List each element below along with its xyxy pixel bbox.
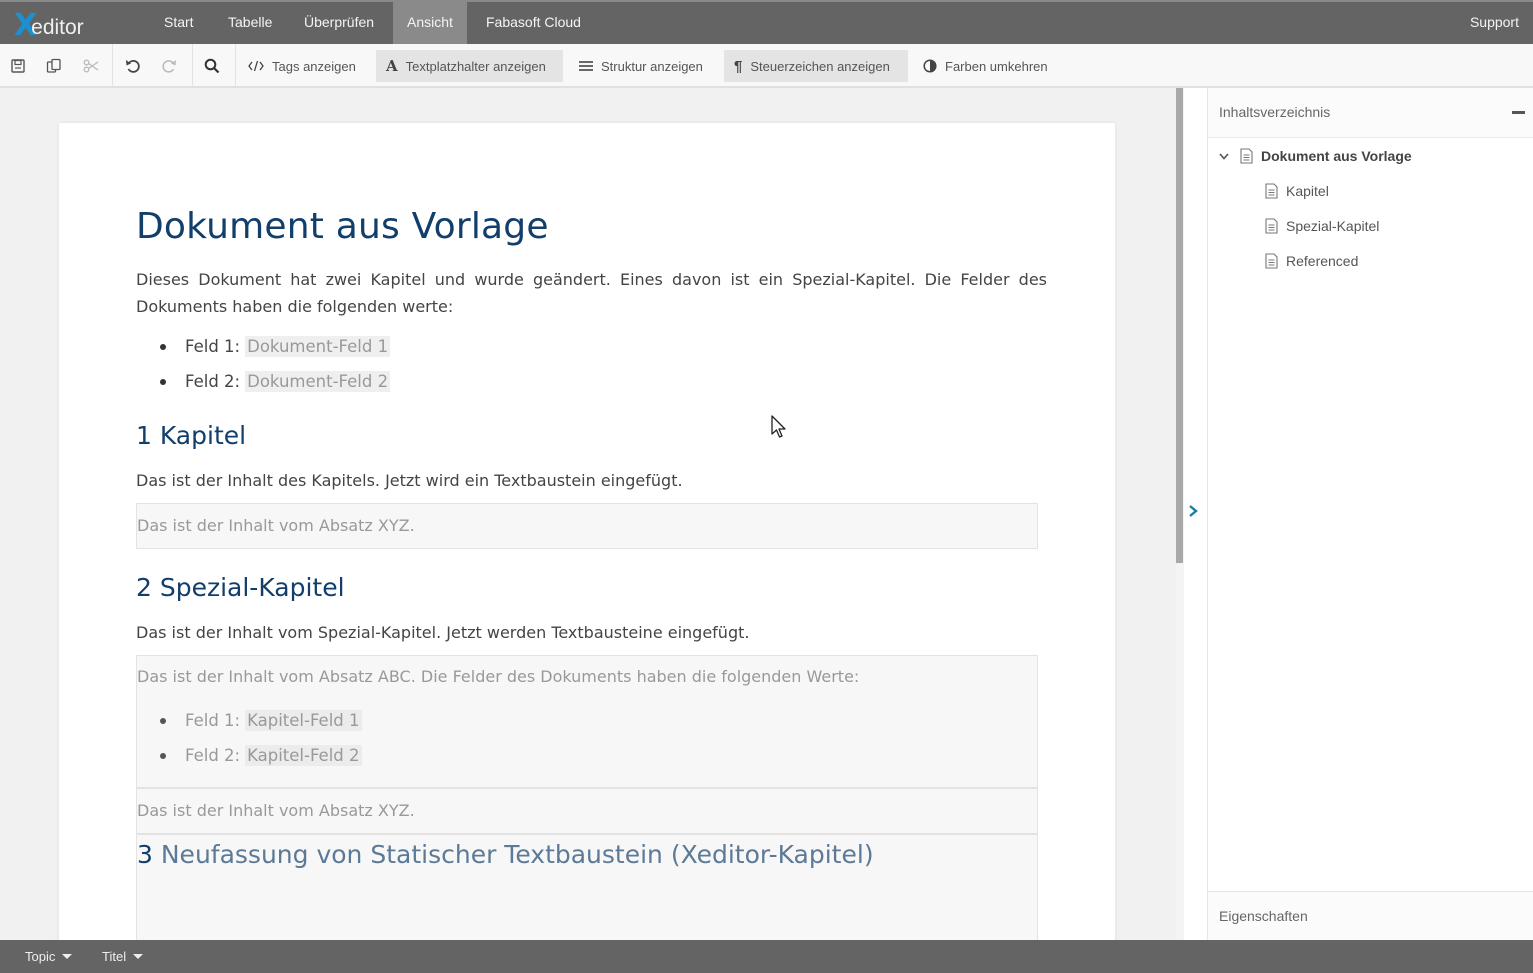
intro-paragraph[interactable]: Dieses Dokument hat zwei Kapitel und wur…: [136, 266, 1047, 320]
field-placeholder[interactable]: Kapitel-Feld 1: [245, 710, 362, 731]
toolbar: Tags anzeigen A Textplatzhalter anzeigen…: [0, 44, 1533, 88]
text-block-xyz[interactable]: Das ist der Inhalt vom Absatz XYZ.: [136, 503, 1038, 549]
textplatzhalter-anzeigen-button[interactable]: A Textplatzhalter anzeigen: [376, 50, 563, 82]
document-icon: [1240, 148, 1253, 164]
collapse-minus-icon[interactable]: [1512, 111, 1525, 114]
text-block-abc-content: Das ist der Inhalt vom Absatz ABC. Die F…: [137, 667, 860, 686]
toc-item-referenced[interactable]: Referenced: [1265, 253, 1358, 269]
menu-tabelle[interactable]: Tabelle: [216, 2, 284, 44]
field-label: Feld 2:: [185, 372, 241, 391]
structure-list-icon: [579, 60, 593, 72]
document-icon: [1265, 183, 1278, 199]
document-page[interactable]: Dokument aus Vorlage Dieses Dokument hat…: [59, 123, 1115, 940]
topic-dropdown[interactable]: Topic: [25, 949, 73, 964]
toc-item-label: Kapitel: [1286, 183, 1329, 199]
menu-fabasoft-cloud[interactable]: Fabasoft Cloud: [474, 2, 593, 44]
toc-header: Inhaltsverzeichnis: [1208, 88, 1533, 138]
document-field-2[interactable]: Feld 2: Dokument-Feld 2: [160, 371, 391, 392]
textplatzhalter-anzeigen-label: Textplatzhalter anzeigen: [405, 58, 546, 74]
cut-icon[interactable]: [80, 55, 102, 77]
field-placeholder[interactable]: Kapitel-Feld 2: [245, 745, 362, 766]
mouse-cursor-icon: [771, 415, 787, 444]
chevron-down-icon[interactable]: [1219, 152, 1229, 160]
toc-item-label: Referenced: [1286, 253, 1359, 269]
pilcrow-icon: ¶: [734, 57, 743, 75]
field-placeholder[interactable]: Dokument-Feld 1: [245, 336, 391, 357]
undo-icon[interactable]: [122, 55, 144, 77]
text-block-xyz-2[interactable]: Das ist der Inhalt vom Absatz XYZ.: [136, 788, 1038, 834]
field-label: Feld 1:: [185, 337, 241, 356]
field-label: Feld 1:: [185, 711, 241, 730]
save-icon[interactable]: [7, 55, 29, 77]
toc-item-spezial-kapitel[interactable]: Spezial-Kapitel: [1265, 218, 1379, 234]
document-title[interactable]: Dokument aus Vorlage: [136, 206, 549, 247]
farben-umkehren-button[interactable]: Farben umkehren: [913, 50, 1058, 82]
struktur-anzeigen-button[interactable]: Struktur anzeigen: [569, 50, 713, 82]
bullet-dot: [160, 378, 166, 385]
menu-start[interactable]: Start: [152, 2, 206, 44]
text-block-xyz-2-content: Das ist der Inhalt vom Absatz XYZ.: [137, 801, 415, 820]
document-icon: [1265, 218, 1278, 234]
toolbar-separator: [192, 44, 193, 86]
toc-item-kapitel[interactable]: Kapitel: [1265, 183, 1329, 199]
chapter-1-text[interactable]: Das ist der Inhalt des Kapitels. Jetzt w…: [136, 467, 1047, 494]
toc-item-label: Spezial-Kapitel: [1286, 218, 1380, 234]
code-tags-icon: [248, 60, 264, 72]
caret-down-icon: [62, 954, 73, 959]
expand-chevron-right-icon[interactable]: [1188, 502, 1198, 523]
bullet-dot: [160, 343, 166, 350]
chapter-field-2[interactable]: Feld 2: Kapitel-Feld 2: [160, 745, 362, 766]
toolbar-separator: [112, 44, 113, 86]
status-bar: Topic Titel: [0, 940, 1533, 973]
tags-anzeigen-button[interactable]: Tags anzeigen: [238, 50, 366, 82]
properties-title: Eigenschaften: [1219, 908, 1308, 924]
invert-colors-icon: [923, 59, 937, 73]
chapter-3-number: 3: [137, 840, 153, 869]
chapter-3-title: Neufassung von Statischer Textbaustein (…: [160, 840, 874, 869]
toc-item-root[interactable]: Dokument aus Vorlage: [1219, 148, 1412, 164]
chapter-3-heading[interactable]: 3 Neufassung von Statischer Textbaustein…: [137, 840, 874, 869]
bullet-dot: [160, 717, 166, 724]
search-icon[interactable]: [201, 55, 223, 77]
caret-down-icon: [133, 954, 144, 959]
farben-umkehren-label: Farben umkehren: [945, 58, 1048, 74]
text-block-xyz-content: Das ist der Inhalt vom Absatz XYZ.: [137, 516, 415, 535]
bullet-dot: [160, 752, 166, 759]
copy-icon[interactable]: [43, 55, 65, 77]
tags-anzeigen-label: Tags anzeigen: [272, 58, 356, 74]
text-placeholder-icon: A: [386, 57, 398, 75]
side-panel: Inhaltsverzeichnis Dokument aus Vorlage …: [1208, 88, 1533, 940]
document-icon: [1265, 253, 1278, 269]
titel-dropdown-label: Titel: [102, 949, 127, 964]
chapter-2-text[interactable]: Das ist der Inhalt vom Spezial-Kapitel. …: [136, 619, 1047, 646]
chapter-1-heading[interactable]: 1 Kapitel: [136, 421, 246, 450]
text-block-abc[interactable]: Das ist der Inhalt vom Absatz ABC. Die F…: [136, 655, 1038, 788]
document-field-1[interactable]: Feld 1: Dokument-Feld 1: [160, 336, 391, 357]
toc-item-label: Dokument aus Vorlage: [1261, 148, 1412, 164]
menu-bar: X editor Start Tabelle Überprüfen Ansich…: [0, 0, 1533, 44]
field-label: Feld 2:: [185, 746, 241, 765]
menu-ueberpruefen[interactable]: Überprüfen: [292, 2, 386, 44]
redo-icon[interactable]: [158, 55, 180, 77]
editor-scrollbar[interactable]: [1176, 88, 1184, 940]
field-placeholder[interactable]: Dokument-Feld 2: [245, 371, 391, 392]
scrollbar-thumb[interactable]: [1176, 88, 1183, 563]
chapter-2-heading[interactable]: 2 Spezial-Kapitel: [136, 573, 345, 602]
static-text-block-chapter[interactable]: 3 Neufassung von Statischer Textbaustein…: [136, 834, 1038, 940]
toolbar-separator: [235, 44, 236, 86]
menu-ansicht[interactable]: Ansicht: [393, 2, 467, 44]
editor-area: Dokument aus Vorlage Dieses Dokument hat…: [0, 88, 1176, 940]
topic-dropdown-label: Topic: [25, 949, 56, 964]
struktur-anzeigen-label: Struktur anzeigen: [601, 58, 703, 74]
logo-text: editor: [31, 16, 84, 39]
support-link[interactable]: Support: [1470, 2, 1519, 44]
panel-toggle-strip: [1184, 88, 1208, 940]
xeditor-logo: X editor: [14, 8, 84, 41]
properties-header[interactable]: Eigenschaften: [1208, 891, 1533, 940]
steuerzeichen-anzeigen-button[interactable]: ¶ Steuerzeichen anzeigen: [724, 50, 908, 82]
steuerzeichen-anzeigen-label: Steuerzeichen anzeigen: [750, 58, 890, 74]
chapter-field-1[interactable]: Feld 1: Kapitel-Feld 1: [160, 710, 362, 731]
toc-title: Inhaltsverzeichnis: [1219, 104, 1331, 120]
titel-dropdown[interactable]: Titel: [102, 949, 144, 964]
